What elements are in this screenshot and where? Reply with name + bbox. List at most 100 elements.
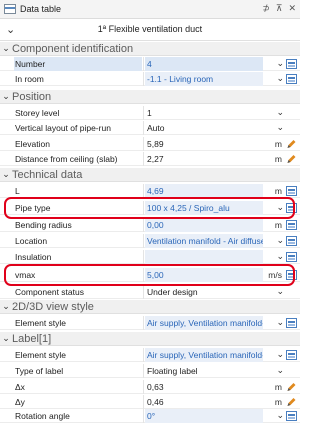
- row-elevation[interactable]: Elevation 5,89 m: [0, 137, 300, 151]
- section-position[interactable]: ⌄ Position: [0, 90, 300, 104]
- row-distance-ceiling[interactable]: Distance from ceiling (slab) 2,27 m: [0, 152, 300, 166]
- row-pipe-type[interactable]: Pipe type 100 x 4,25 / Spiro_alu ⌄: [0, 201, 300, 215]
- bending-radius-value[interactable]: 0,00: [145, 218, 263, 232]
- row-location[interactable]: Location Ventilation manifold - Air diff…: [0, 234, 300, 248]
- row-label: Distance from ceiling (slab): [15, 154, 118, 164]
- pipe-type-value[interactable]: 100 x 4,25 / Spiro_alu: [145, 201, 263, 215]
- chevron-down-icon[interactable]: ⌄: [276, 234, 284, 248]
- row-element-style-view[interactable]: Element style Air supply, Ventilation ma…: [0, 316, 300, 330]
- chevron-down-icon[interactable]: ⌄: [276, 121, 284, 135]
- chevron-down-icon[interactable]: ⌄: [0, 333, 12, 344]
- chevron-down-icon[interactable]: ⌄: [0, 43, 12, 54]
- table-picker-icon[interactable]: [286, 270, 297, 280]
- chevron-down-icon[interactable]: ⌄: [0, 301, 12, 312]
- component-status-value[interactable]: Under design: [145, 285, 263, 299]
- location-value[interactable]: Ventilation manifold - Air diffuser: [145, 234, 263, 248]
- row-label: Δx: [15, 382, 25, 392]
- vmax-value[interactable]: 5,00: [145, 268, 263, 282]
- chevron-down-icon[interactable]: ⌄: [276, 57, 284, 71]
- table-picker-icon[interactable]: [286, 411, 297, 421]
- chevron-down-icon[interactable]: ⌄: [0, 91, 12, 102]
- number-value[interactable]: 4: [145, 57, 263, 71]
- pencil-icon[interactable]: [286, 397, 297, 407]
- distance-ceiling-value[interactable]: 2,27: [145, 152, 263, 166]
- row-number[interactable]: Number 4 ⌄: [0, 57, 300, 71]
- row-label: Component status: [15, 287, 84, 297]
- table-picker-icon[interactable]: [286, 74, 297, 84]
- row-vertical-layout[interactable]: Vertical layout of pipe-run Auto ⌄: [0, 121, 300, 135]
- row-delta-x[interactable]: Δx 0,63 m: [0, 380, 300, 394]
- chevron-down-icon[interactable]: ⌄: [0, 169, 12, 180]
- in-room-value[interactable]: -1.1 - Living room: [145, 72, 263, 86]
- storey-level-value[interactable]: 1: [145, 106, 263, 120]
- vertical-layout-value[interactable]: Auto: [145, 121, 263, 135]
- rotation-angle-value[interactable]: 0°: [145, 409, 263, 423]
- delta-x-value[interactable]: 0,63: [145, 380, 263, 394]
- section-component-identification[interactable]: ⌄ Component identification: [0, 42, 300, 56]
- pencil-icon[interactable]: [286, 154, 297, 164]
- length-value[interactable]: 4,69: [145, 184, 263, 198]
- unit-label: m: [274, 382, 282, 392]
- row-vmax[interactable]: vmax 5,00 m/s: [0, 268, 300, 282]
- row-label: Storey level: [15, 108, 60, 118]
- row-delta-y[interactable]: Δy 0,46 m: [0, 395, 300, 409]
- object-header: ⌄ 1ª Flexible ventilation duct: [0, 19, 300, 41]
- row-component-status[interactable]: Component status Under design ⌄: [0, 285, 300, 299]
- chevron-down-icon[interactable]: ⌄: [276, 348, 284, 362]
- chevron-down-icon[interactable]: ⌄: [276, 364, 284, 378]
- insulation-value[interactable]: [145, 250, 263, 264]
- row-in-room[interactable]: In room -1.1 - Living room ⌄: [0, 72, 300, 86]
- row-rotation-angle[interactable]: Rotation angle 0° ⌄: [0, 409, 300, 423]
- row-label: L: [15, 186, 20, 196]
- element-style-value[interactable]: Air supply, Ventilation manifold->: [145, 316, 263, 330]
- unit-label: m: [274, 186, 282, 196]
- table-picker-icon[interactable]: [286, 252, 297, 262]
- type-of-label-value[interactable]: Floating label: [145, 364, 263, 378]
- table-picker-icon[interactable]: [286, 220, 297, 230]
- elevation-value[interactable]: 5,89: [145, 137, 263, 151]
- table-picker-icon[interactable]: [286, 186, 297, 196]
- row-element-style-label[interactable]: Element style Air supply, Ventilation ma…: [0, 348, 300, 362]
- table-picker-icon[interactable]: [286, 236, 297, 246]
- unit-label: m: [274, 154, 282, 164]
- row-label: Insulation: [15, 252, 52, 262]
- window-titlebar: Data table ⊅ ⊼ ✕: [0, 0, 300, 19]
- row-label: Element style: [15, 318, 67, 328]
- chevron-down-icon[interactable]: ⌄: [276, 72, 284, 86]
- pin-icon[interactable]: ⊼: [276, 3, 283, 14]
- delta-y-value[interactable]: 0,46: [145, 395, 263, 409]
- pencil-icon[interactable]: [286, 382, 297, 392]
- table-picker-icon[interactable]: [286, 318, 297, 328]
- pencil-icon[interactable]: [286, 139, 297, 149]
- row-label: Δy: [15, 397, 25, 407]
- chevron-down-icon[interactable]: ⌄: [276, 106, 284, 120]
- table-picker-icon[interactable]: [286, 350, 297, 360]
- table-picker-icon[interactable]: [286, 203, 297, 213]
- row-length[interactable]: L 4,69 m: [0, 184, 300, 198]
- chevron-down-icon[interactable]: ⌄: [276, 201, 284, 215]
- row-label: Element style: [15, 350, 67, 360]
- chevron-down-icon[interactable]: ⌄: [276, 316, 284, 330]
- row-label: Bending radius: [15, 220, 72, 230]
- element-style-value[interactable]: Air supply, Ventilation manifold->: [145, 348, 263, 362]
- dock-icon[interactable]: ⊅: [262, 3, 270, 14]
- row-insulation[interactable]: Insulation ⌄: [0, 250, 300, 264]
- unit-label: m/s: [268, 270, 282, 280]
- chevron-down-icon[interactable]: ⌄: [276, 250, 284, 264]
- chevron-down-icon[interactable]: ⌄: [276, 409, 284, 423]
- section-view-style[interactable]: ⌄ 2D/3D view style: [0, 300, 300, 314]
- row-label: Type of label: [15, 366, 64, 376]
- section-label[interactable]: ⌄ Label[1]: [0, 332, 300, 346]
- row-label: Rotation angle: [15, 411, 70, 421]
- table-picker-icon[interactable]: [286, 59, 297, 69]
- object-name: 1ª Flexible ventilation duct: [97, 24, 203, 34]
- section-technical-data[interactable]: ⌄ Technical data: [0, 168, 300, 182]
- unit-label: m: [274, 139, 282, 149]
- row-label: Location: [15, 236, 48, 246]
- chevron-down-icon[interactable]: ⌄: [276, 285, 284, 299]
- close-icon[interactable]: ✕: [288, 3, 296, 14]
- row-bending-radius[interactable]: Bending radius 0,00 m: [0, 218, 300, 232]
- unit-label: m: [274, 220, 282, 230]
- row-storey-level[interactable]: Storey level 1 ⌄: [0, 106, 300, 120]
- row-type-of-label[interactable]: Type of label Floating label ⌄: [0, 364, 300, 378]
